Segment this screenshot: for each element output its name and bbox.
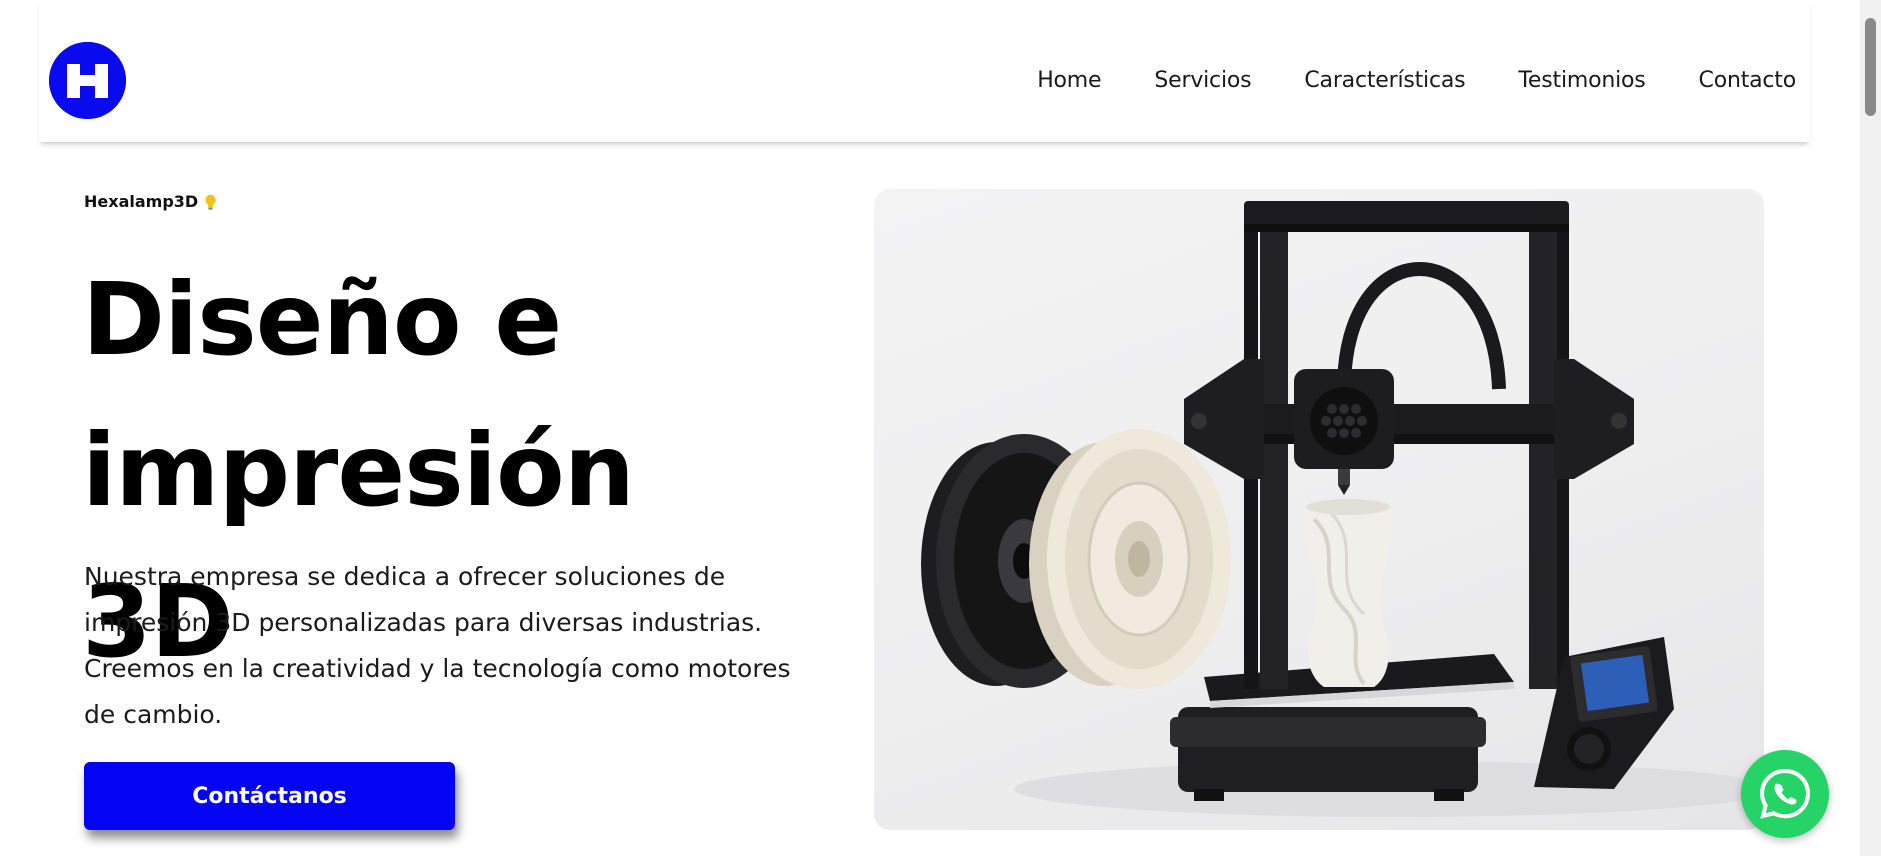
- printed-vase: [1303, 499, 1393, 687]
- nav-home[interactable]: Home: [1037, 68, 1101, 93]
- eyebrow-label: Hexalamp3D: [84, 192, 199, 211]
- 3d-printer-image: [874, 189, 1764, 830]
- scrollbar-thumb[interactable]: [1865, 18, 1876, 116]
- main-nav: Home Servicios Características Testimoni…: [1037, 68, 1796, 93]
- 3d-printer-illustration: [921, 201, 1764, 817]
- logo[interactable]: [49, 42, 126, 119]
- print-head: [1294, 369, 1394, 495]
- hero-title-line1: Diseño e: [82, 261, 562, 378]
- hero-description: Nuestra empresa se dedica a ofrecer solu…: [84, 562, 791, 729]
- site-header: Home Servicios Características Testimoni…: [39, 0, 1810, 142]
- nav-servicios[interactable]: Servicios: [1154, 68, 1251, 93]
- whatsapp-button[interactable]: [1741, 750, 1829, 838]
- printer-base: [1170, 707, 1486, 801]
- page-scrollbar[interactable]: [1860, 0, 1881, 856]
- logo-h-icon: [49, 42, 126, 119]
- hero-eyebrow: Hexalamp3D: [84, 192, 217, 211]
- lightbulb-icon: [204, 194, 217, 210]
- nav-caracteristicas[interactable]: Características: [1304, 68, 1465, 93]
- nav-testimonios[interactable]: Testimonios: [1518, 68, 1645, 93]
- white-filament-spool: [1029, 429, 1231, 689]
- whatsapp-icon: [1759, 768, 1811, 819]
- contact-cta-button[interactable]: Contáctanos: [84, 762, 455, 830]
- nav-contacto[interactable]: Contacto: [1699, 68, 1797, 93]
